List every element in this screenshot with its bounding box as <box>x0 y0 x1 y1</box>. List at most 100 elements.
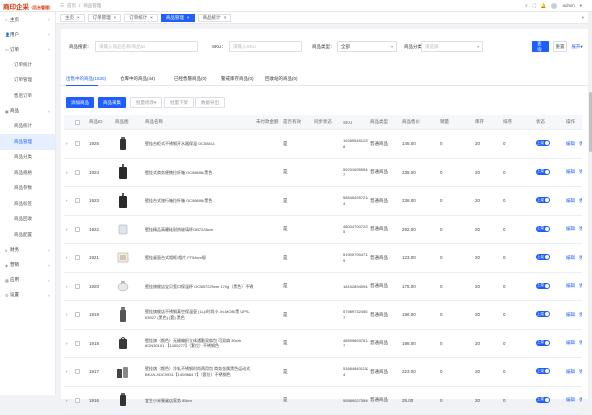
product-thumbnail[interactable] <box>113 163 143 181</box>
product-thumbnail[interactable] <box>113 391 143 409</box>
product-thumbnail[interactable] <box>113 363 143 381</box>
edit-link[interactable]: 编辑 <box>566 169 575 175</box>
collect-product-button[interactable]: 商品采集 <box>98 97 126 108</box>
sidebar-item[interactable]: ⚙设置˅ <box>0 288 55 303</box>
sidebar-subitem[interactable]: 商品分类 <box>0 150 55 166</box>
row-checkbox[interactable] <box>75 398 80 403</box>
sidebar-subitem[interactable]: 订单管理 <box>0 73 55 89</box>
status-tab[interactable]: 警戒库存商品(0) <box>221 76 254 82</box>
type-select[interactable]: 全部▾ <box>337 41 397 52</box>
status-switch[interactable]: 上架 <box>536 169 550 175</box>
more-link[interactable]: 更多▾ <box>579 141 582 147</box>
product-thumbnail[interactable] <box>113 277 143 295</box>
breadcrumb-item-home[interactable]: 首页 <box>67 3 76 9</box>
product-thumbnail[interactable] <box>113 192 143 210</box>
edit-link[interactable]: 编辑 <box>566 340 575 346</box>
row-checkbox[interactable] <box>75 369 80 374</box>
collapse-icon[interactable]: ☰ <box>60 3 64 9</box>
edit-link[interactable]: 编辑 <box>566 255 575 261</box>
close-icon[interactable]: × <box>187 15 190 20</box>
tab[interactable]: 主页× <box>60 14 85 22</box>
sidebar-item[interactable]: ¥财务˅ <box>0 243 55 258</box>
row-checkbox[interactable] <box>75 341 80 346</box>
sidebar-subitem[interactable]: 商品统计 <box>0 119 55 135</box>
edit-link[interactable]: 编辑 <box>566 198 575 204</box>
expand-row-icon[interactable]: › <box>64 312 73 317</box>
tab-menu-icon[interactable]: ▾ <box>582 15 584 21</box>
row-checkbox[interactable] <box>75 284 80 289</box>
more-link[interactable]: 更多▾ <box>579 255 582 261</box>
status-tab[interactable]: 出售中的商品(1530) <box>66 76 106 82</box>
status-switch[interactable]: 上架 <box>536 226 550 232</box>
sidebar-subitem[interactable]: 商品规格 <box>0 165 55 181</box>
sidebar-item[interactable]: ▣商品˄ <box>0 104 55 119</box>
sidebar-subitem[interactable]: 商品回收 <box>0 212 55 228</box>
sidebar-subitem[interactable]: 商品配置 <box>0 227 55 243</box>
more-link[interactable]: 更多▾ <box>579 169 582 175</box>
status-switch[interactable]: 上架 <box>536 368 550 374</box>
sidebar-item[interactable]: ◈营销˅ <box>0 258 55 273</box>
scrollbar[interactable] <box>588 12 592 395</box>
product-thumbnail[interactable] <box>113 220 143 238</box>
edit-link[interactable]: 编辑 <box>566 226 575 232</box>
expand-row-icon[interactable]: › <box>64 398 73 403</box>
sidebar-subitem[interactable]: 订单统计 <box>0 57 55 73</box>
sidebar-subitem[interactable]: 售后订单 <box>0 88 55 104</box>
logo[interactable]: 商印企采（后台管理） <box>0 1 56 11</box>
row-checkbox[interactable] <box>75 312 80 317</box>
sidebar-item[interactable]: ⌂主页˅ <box>0 12 55 27</box>
edit-link[interactable]: 编辑 <box>566 369 575 375</box>
sku-input[interactable]: 请输入SKU <box>229 41 302 52</box>
status-switch[interactable]: 上架 <box>536 311 550 317</box>
sidebar-item[interactable]: ▭订单˄ <box>0 42 55 57</box>
more-link[interactable]: 更多▾ <box>579 226 582 232</box>
sidebar-subitem[interactable]: 商品管理 <box>0 134 55 150</box>
bell-icon[interactable]: 🔔 <box>541 3 547 9</box>
edit-link[interactable]: 编辑 <box>566 397 575 403</box>
batch-offline-button[interactable]: 批量下架 <box>164 97 194 108</box>
row-checkbox[interactable] <box>75 170 80 175</box>
tab[interactable]: 商品管理× <box>161 14 195 22</box>
row-checkbox[interactable] <box>75 198 80 203</box>
expand-row-icon[interactable]: › <box>64 227 73 232</box>
expand-button[interactable]: 展开▾ <box>569 41 585 52</box>
fullscreen-icon[interactable]: ⛶ <box>533 3 536 8</box>
more-link[interactable]: 更多▾ <box>579 283 582 289</box>
expand-row-icon[interactable]: › <box>64 170 73 175</box>
expand-row-icon[interactable]: › <box>64 369 73 374</box>
status-switch[interactable]: 上架 <box>536 140 550 146</box>
edit-link[interactable]: 编辑 <box>566 283 575 289</box>
product-thumbnail[interactable] <box>113 249 143 267</box>
edit-link[interactable]: 编辑 <box>566 312 575 318</box>
status-tab[interactable]: 已经售罄商品(0) <box>174 76 207 82</box>
row-checkbox[interactable] <box>75 141 80 146</box>
product-thumbnail[interactable] <box>113 135 143 153</box>
sidebar-item[interactable]: 👤用户˅ <box>0 27 55 42</box>
status-switch[interactable]: 上架 <box>536 397 550 403</box>
status-switch[interactable]: 上架 <box>536 340 550 346</box>
status-tab[interactable]: 回收站的商品(0) <box>265 76 298 82</box>
category-select[interactable]: 请选择▾ <box>421 41 483 52</box>
expand-row-icon[interactable]: › <box>64 255 73 260</box>
add-product-button[interactable]: 添加商品 <box>66 97 94 108</box>
expand-row-icon[interactable]: › <box>64 198 73 203</box>
scrollbar-thumb[interactable] <box>589 92 592 152</box>
close-icon[interactable]: × <box>114 15 117 20</box>
more-link[interactable]: 更多▾ <box>579 312 582 318</box>
tab[interactable]: 商品统计× <box>198 14 232 22</box>
row-checkbox[interactable] <box>75 227 80 232</box>
chevron-down-icon[interactable]: ▾ <box>580 3 582 9</box>
product-thumbnail[interactable] <box>113 334 143 352</box>
close-icon[interactable]: × <box>77 15 80 20</box>
search-icon[interactable]: ⌕ <box>525 3 528 8</box>
status-tab[interactable]: 仓库中的商品(44) <box>120 76 155 82</box>
expand-row-icon[interactable]: › <box>64 284 73 289</box>
search-button[interactable]: 查询 <box>532 41 549 52</box>
sidebar-subitem[interactable]: 商品参数 <box>0 181 55 197</box>
status-switch[interactable]: 上架 <box>536 197 550 203</box>
expand-row-icon[interactable]: › <box>64 341 73 346</box>
expand-row-icon[interactable]: › <box>64 141 73 146</box>
select-all-checkbox[interactable] <box>75 120 80 125</box>
search-input[interactable]: 请输入商品名称/商品ID <box>95 41 198 52</box>
more-link[interactable]: 更多▾ <box>579 369 582 375</box>
